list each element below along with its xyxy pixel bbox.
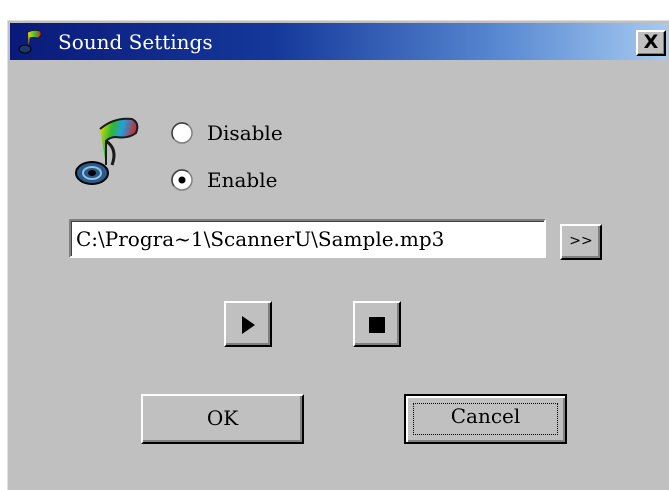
title-bar[interactable]: Sound Settings X [10,23,668,60]
ok-button[interactable]: OK [141,394,304,444]
radio-circle-icon [171,169,193,191]
disable-radio[interactable]: Disable [171,119,301,149]
cancel-label: Cancel [450,404,521,428]
radio-circle-icon [171,122,193,144]
window-title: Sound Settings [58,30,213,54]
enable-label: Enable [207,168,278,192]
sound-file-path-value: C:\Progra~1\ScannerU\Sample.mp3 [76,227,445,251]
play-button[interactable] [224,301,272,347]
sound-file-path-field[interactable]: C:\Progra~1\ScannerU\Sample.mp3 [69,219,546,258]
disable-label: Disable [207,121,283,145]
browse-button[interactable]: >> [560,224,602,260]
enable-radio[interactable]: Enable [171,166,301,196]
music-note-icon [75,117,139,185]
music-note-icon [18,29,42,54]
stop-button[interactable] [353,301,401,347]
close-button[interactable]: X [636,30,666,56]
stop-icon [369,317,385,333]
sound-settings-dialog: Sound Settings X Disable Enable C:\Progr… [7,20,669,490]
cancel-button[interactable]: Cancel [404,394,567,444]
play-icon [242,316,255,334]
